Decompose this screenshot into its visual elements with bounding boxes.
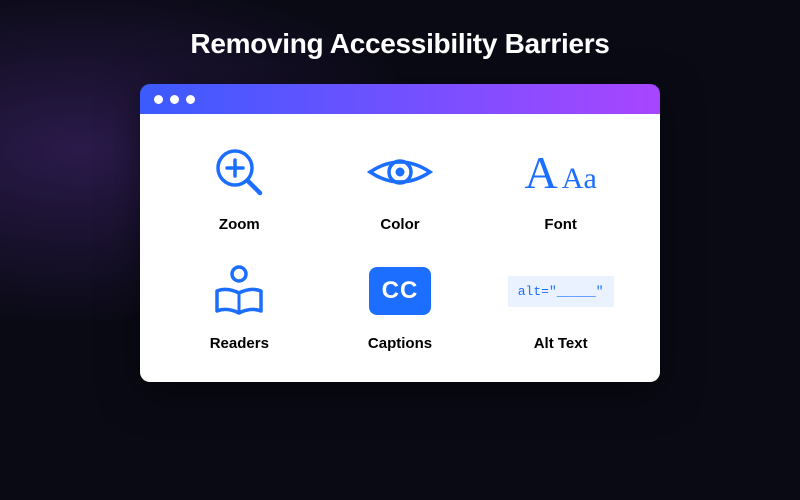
alt-text-icon: alt="_____" [508, 261, 614, 321]
reader-icon [209, 261, 269, 321]
font-size-icon: A Aa [525, 142, 597, 202]
feature-label: Captions [368, 335, 432, 352]
feature-readers[interactable]: Readers [164, 261, 315, 352]
font-glyph-small: Aa [562, 162, 597, 196]
features-grid: Zoom Color A Aa Font [140, 114, 660, 382]
window-dot [170, 95, 179, 104]
feature-alttext[interactable]: alt="_____" Alt Text [485, 261, 636, 352]
cc-icon: CC [369, 261, 431, 321]
alt-code-snippet: alt="_____" [508, 276, 614, 307]
feature-label: Readers [210, 335, 269, 352]
accessibility-window: Zoom Color A Aa Font [140, 84, 660, 382]
feature-label: Font [544, 216, 576, 233]
window-dot [154, 95, 163, 104]
window-titlebar [140, 84, 660, 114]
window-dot [186, 95, 195, 104]
eye-icon [365, 142, 435, 202]
feature-label: Color [380, 216, 419, 233]
magnify-plus-icon [211, 142, 267, 202]
feature-zoom[interactable]: Zoom [164, 142, 315, 233]
font-glyph-large: A [525, 146, 558, 199]
feature-label: Zoom [219, 216, 260, 233]
cc-badge: CC [369, 267, 431, 315]
feature-label: Alt Text [534, 335, 588, 352]
page-title: Removing Accessibility Barriers [190, 28, 609, 60]
feature-font[interactable]: A Aa Font [485, 142, 636, 233]
feature-color[interactable]: Color [325, 142, 476, 233]
feature-captions[interactable]: CC Captions [325, 261, 476, 352]
